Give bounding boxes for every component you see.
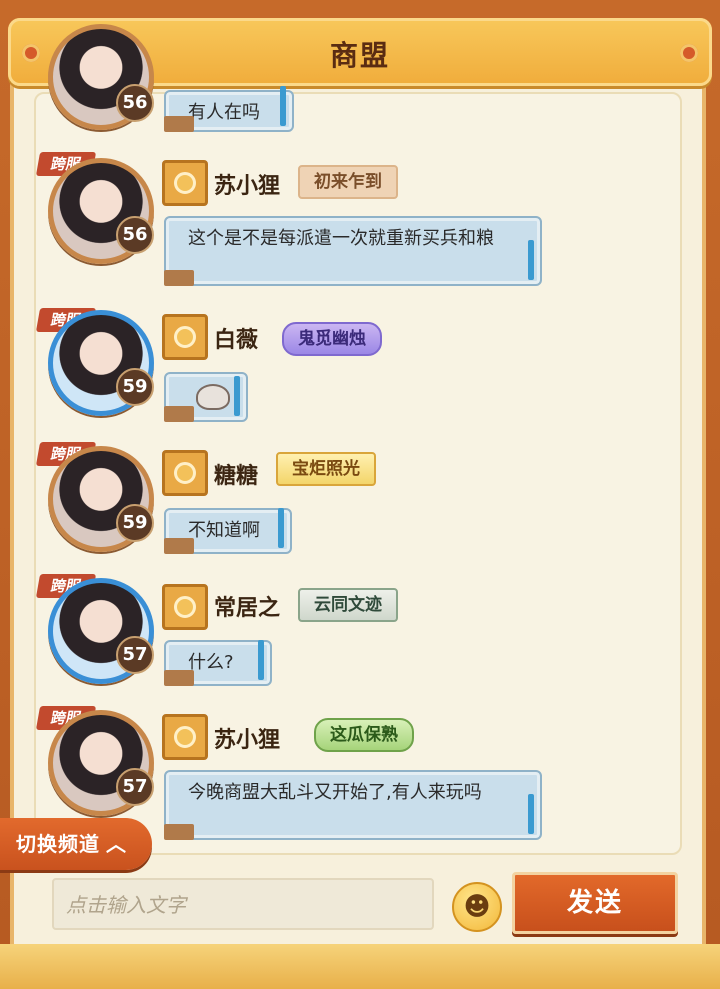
guild-emblem-icon [162,314,208,360]
bird-sticker-icon [196,384,230,410]
send-button[interactable]: 发送 [512,872,678,934]
message-text: 有人在吗 [188,102,260,123]
player-name[interactable]: 苏小狸 [214,168,280,200]
guild-emblem-icon [162,584,208,630]
chat-bubble: 今晚商盟大乱斗又开始了,有人来玩吗 [164,770,542,840]
player-name[interactable]: 糖糖 [214,458,258,490]
chat-input-field[interactable] [52,878,434,930]
title-badge: 这瓜保熟 [314,718,414,752]
title-badge: 宝炬照光 [276,452,376,486]
player-name[interactable]: 白薇 [214,322,258,354]
smiley-icon[interactable]: ☻ [452,882,502,932]
chat-bubble: 有人在吗 [164,86,294,132]
switch-channel-label: 切换频道 [16,832,100,856]
message-input[interactable] [64,892,426,918]
switch-channel-button[interactable]: 切换频道 ︿ [0,818,152,870]
chat-bubble [164,372,248,422]
guild-emblem-icon [162,160,208,206]
level-badge: 56 [116,84,154,122]
message-text: 今晚商盟大乱斗又开始了,有人来玩吗 [188,782,482,803]
title-badge: 初来乍到 [298,165,398,199]
message-text: 什么? [188,652,234,673]
chat-bubble: 什么? [164,640,272,686]
message-text: 不知道啊 [188,520,260,541]
chat-bubble: 不知道啊 [164,508,292,554]
title-badge: 云同文迹 [298,588,398,622]
guild-emblem-icon [162,714,208,760]
level-badge: 56 [116,216,154,254]
title-badge: 鬼觅幽烛 [282,322,382,356]
bottom-decoration [0,944,720,989]
chat-bubble: 这个是不是每派遣一次就重新买兵和粮 [164,216,542,286]
level-badge: 59 [116,504,154,542]
player-name[interactable]: 苏小狸 [214,722,280,754]
message-text: 这个是不是每派遣一次就重新买兵和粮 [188,228,494,249]
chevron-up-icon: ︿ [106,832,127,856]
player-name[interactable]: 常居之 [214,590,280,622]
level-badge: 57 [116,636,154,674]
level-badge: 57 [116,768,154,806]
level-badge: 59 [116,368,154,406]
guild-emblem-icon [162,450,208,496]
